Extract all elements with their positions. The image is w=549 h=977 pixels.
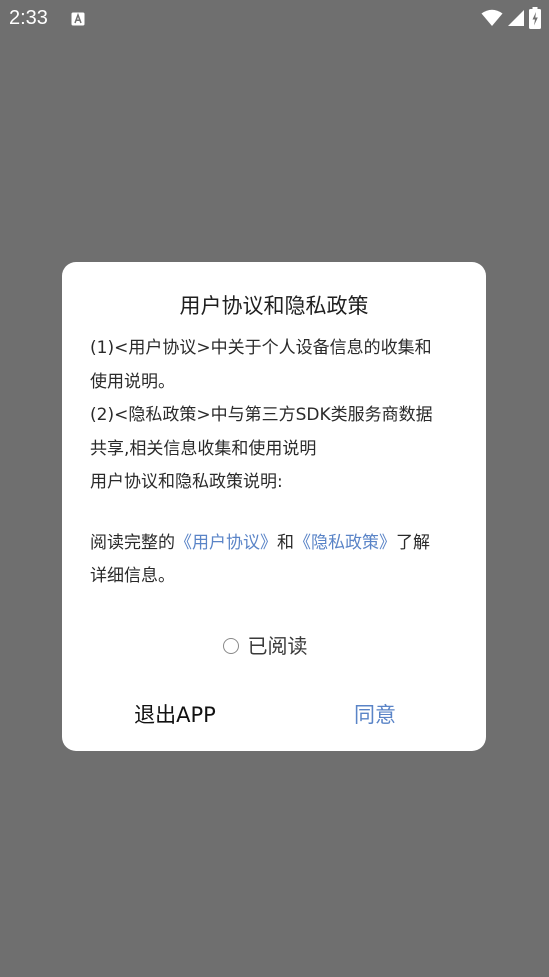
privacy-dialog: 用户协议和隐私政策 (1)<用户协议>中关于个人设备信息的收集和 使用说明。 (… [62,262,486,751]
cell-signal-icon [507,9,525,27]
body-line: 共享,相关信息收集和使用说明 [90,438,317,459]
read-confirm-toggle[interactable]: 已阅读 [62,632,486,660]
status-icons [481,7,541,29]
wifi-icon [481,9,503,27]
agree-button[interactable]: 同意 [274,701,486,729]
read-label: 已阅读 [247,634,308,658]
read-prompt-line: 阅读完整的《用户协议》和《隐私政策》了解 [90,527,462,561]
dialog-body: (1)<用户协议>中关于个人设备信息的收集和 使用说明。 (2)<隐私政策>中与… [90,332,462,594]
a-box-icon [71,11,85,26]
privacy-policy-link[interactable]: 《隐私政策》 [294,533,396,553]
body-line: (1)<用户协议>中关于个人设备信息的收集和 [90,338,432,358]
body-line: 用户协议和隐私政策说明: [90,472,283,492]
battery-charging-icon [529,7,541,29]
status-time: 2:33 [9,7,48,29]
read-prompt-prefix: 阅读完整的 [90,532,175,553]
user-agreement-link[interactable]: 《用户协议》 [175,533,277,553]
body-line: (2)<隐私政策>中与第三方SDK类服务商数据 [90,405,433,425]
read-prompt-suffix: 了解 [396,532,430,553]
exit-app-button[interactable]: 退出APP [62,701,274,729]
status-bar: 2:33 [0,0,549,36]
dialog-title: 用户协议和隐私政策 [179,294,369,318]
read-radio-button[interactable] [222,638,239,654]
read-prompt-line-2: 详细信息。 [90,566,175,586]
read-prompt-and: 和 [277,532,294,553]
body-line: 使用说明。 [90,371,175,392]
